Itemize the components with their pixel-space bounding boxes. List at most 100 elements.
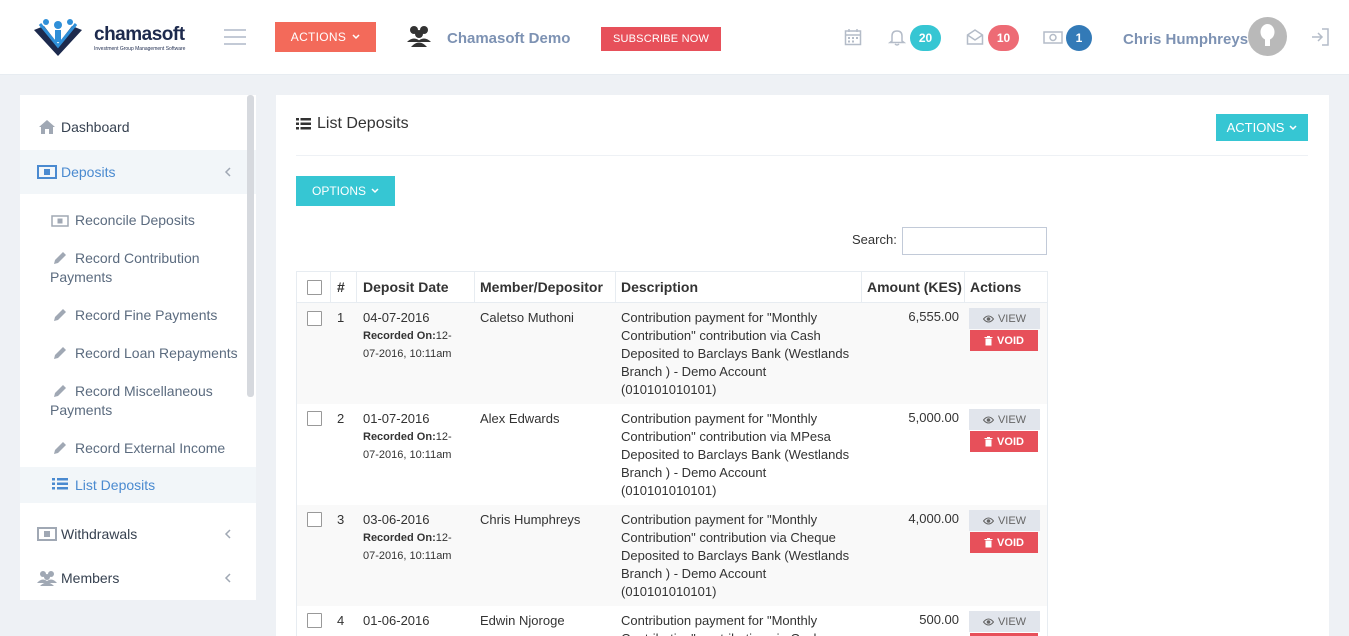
sidebar-label-members: Members bbox=[61, 570, 120, 586]
page-title: List Deposits bbox=[296, 115, 409, 133]
recorded-on-label: Recorded On: bbox=[363, 532, 436, 544]
sidebar-item-record-loan-repayments[interactable]: Record Loan Repayments bbox=[20, 344, 256, 364]
deposit-amount: 500.00 bbox=[919, 612, 959, 627]
money-icon[interactable] bbox=[1043, 28, 1063, 46]
select-all-checkbox[interactable] bbox=[307, 280, 322, 295]
home-icon bbox=[39, 120, 55, 134]
envelope-icon[interactable] bbox=[966, 28, 984, 46]
row-checkbox[interactable] bbox=[307, 613, 322, 628]
notifications-badge[interactable]: 20 bbox=[910, 25, 941, 51]
sidebar-item-deposits[interactable]: Deposits bbox=[20, 150, 256, 194]
user-silhouette-icon bbox=[1260, 24, 1275, 46]
member-name: Alex Edwards bbox=[480, 411, 560, 426]
money-icon bbox=[37, 527, 57, 541]
chevron-down-icon bbox=[352, 34, 360, 40]
sidebar-item-dashboard[interactable]: Dashboard bbox=[20, 115, 256, 139]
recorded-on-time: 07-2016, 10:11am bbox=[363, 449, 452, 461]
column-divider bbox=[330, 271, 331, 303]
row-checkbox[interactable] bbox=[307, 311, 322, 326]
search-label: Search: bbox=[852, 232, 897, 247]
sidebar-item-record-miscellaneous-payments[interactable]: Record Miscellaneous Payments bbox=[20, 382, 256, 420]
member-name: Chris Humphreys bbox=[480, 512, 581, 527]
sidebar-label-deposits: Deposits bbox=[61, 164, 116, 180]
top-header: chamasoft Investment Group Management So… bbox=[0, 0, 1349, 75]
recorded-on-date-part: 12- bbox=[435, 330, 452, 342]
sidebar-item-record-fine-payments[interactable]: Record Fine Payments bbox=[20, 306, 256, 326]
view-label: VIEW bbox=[997, 312, 1027, 325]
payments-badge[interactable]: 1 bbox=[1066, 25, 1092, 51]
column-header-description[interactable]: Description bbox=[621, 271, 698, 303]
card-actions-label: ACTIONS bbox=[1226, 120, 1285, 135]
logout-icon[interactable] bbox=[1310, 27, 1330, 47]
trash-icon bbox=[984, 436, 993, 446]
recorded-on-label: Recorded On: bbox=[363, 330, 436, 342]
sidebar-item-record-external-income[interactable]: Record External Income bbox=[20, 439, 256, 459]
chevron-left-icon bbox=[224, 529, 231, 539]
recorded-on: Recorded On:12- 07-2016, 10:11am bbox=[363, 529, 463, 565]
sidebar-scrollbar[interactable] bbox=[247, 95, 254, 397]
card-divider bbox=[296, 155, 1308, 156]
menu-toggle-icon[interactable] bbox=[224, 29, 246, 45]
deposit-amount: 4,000.00 bbox=[908, 511, 959, 526]
column-divider bbox=[964, 271, 965, 303]
eye-icon bbox=[982, 315, 994, 322]
column-header-member[interactable]: Member/Depositor bbox=[480, 271, 603, 303]
trash-icon bbox=[984, 335, 993, 345]
sidebar-label-record-external-income: Record External Income bbox=[75, 440, 226, 456]
subscribe-now-button[interactable]: SUBSCRIBE NOW bbox=[601, 27, 721, 51]
column-header-number[interactable]: # bbox=[337, 271, 345, 303]
void-label: VOID bbox=[997, 334, 1024, 347]
member-name: Edwin Njoroge bbox=[480, 613, 565, 628]
recorded-on-time: 07-2016, 10:11am bbox=[363, 550, 452, 562]
void-button[interactable]: VOID bbox=[970, 330, 1038, 351]
user-avatar[interactable] bbox=[1248, 17, 1287, 56]
header-actions-button[interactable]: ACTIONS bbox=[275, 22, 376, 52]
sidebar-item-members[interactable]: Members bbox=[20, 566, 256, 590]
chamasoft-logo[interactable]: chamasoft Investment Group Management So… bbox=[30, 16, 200, 60]
card-actions-button[interactable]: ACTIONS bbox=[1216, 114, 1308, 141]
column-header-deposit-date[interactable]: Deposit Date bbox=[363, 271, 449, 303]
sidebar-label-list-deposits: List Deposits bbox=[75, 477, 156, 493]
calendar-icon[interactable] bbox=[844, 28, 862, 46]
options-button[interactable]: OPTIONS bbox=[296, 176, 395, 206]
view-label: VIEW bbox=[997, 413, 1027, 426]
sidebar-item-list-deposits[interactable]: List Deposits bbox=[20, 467, 256, 503]
eye-icon bbox=[982, 618, 994, 625]
row-checkbox[interactable] bbox=[307, 512, 322, 527]
user-name[interactable]: Chris Humphreys bbox=[1123, 31, 1248, 48]
search-input[interactable] bbox=[902, 227, 1047, 255]
deposit-amount: 5,000.00 bbox=[908, 410, 959, 425]
row-checkbox[interactable] bbox=[307, 411, 322, 426]
deposit-date: 01-06-2016 bbox=[363, 613, 430, 628]
deposit-amount: 6,555.00 bbox=[908, 309, 959, 324]
list-icon bbox=[296, 118, 311, 130]
view-label: VIEW bbox=[997, 615, 1027, 628]
logo-tagline: Investment Group Management Software bbox=[94, 46, 186, 52]
header-actions-label: ACTIONS bbox=[290, 30, 347, 44]
sidebar-label-record-loan-repayments: Record Loan Repayments bbox=[75, 345, 238, 361]
void-button[interactable]: VOID bbox=[970, 431, 1038, 452]
deposit-description: Contribution payment for "Monthly Contri… bbox=[621, 613, 821, 636]
sidebar-label-reconcile-deposits: Reconcile Deposits bbox=[75, 212, 195, 228]
void-button[interactable]: VOID bbox=[970, 532, 1038, 553]
sidebar-label-withdrawals: Withdrawals bbox=[61, 526, 138, 542]
sidebar-item-record-contribution-payments[interactable]: Record Contribution Payments bbox=[20, 249, 256, 287]
bell-icon[interactable] bbox=[888, 28, 906, 46]
sidebar-item-reconcile-deposits[interactable]: Reconcile Deposits bbox=[20, 211, 256, 231]
sidebar-item-withdrawals[interactable]: Withdrawals bbox=[20, 522, 256, 546]
view-button[interactable]: VIEW bbox=[969, 308, 1040, 329]
recorded-on: Recorded On:12- 07-2016, 10:11am bbox=[363, 428, 463, 464]
view-button[interactable]: VIEW bbox=[969, 409, 1040, 430]
deposit-date: 03-06-2016 bbox=[363, 512, 430, 527]
logo-text: chamasoft bbox=[94, 24, 185, 45]
messages-badge[interactable]: 10 bbox=[988, 25, 1019, 51]
view-button[interactable]: VIEW bbox=[969, 611, 1040, 632]
organization-name[interactable]: Chamasoft Demo bbox=[447, 30, 570, 47]
recorded-on-time: 07-2016, 10:11am bbox=[363, 348, 452, 360]
view-button[interactable]: VIEW bbox=[969, 510, 1040, 531]
column-header-amount[interactable]: Amount (KES) bbox=[867, 271, 962, 303]
page-title-text: List Deposits bbox=[317, 115, 409, 132]
chevron-left-icon bbox=[224, 573, 231, 583]
row-number: 3 bbox=[337, 512, 345, 527]
sidebar: Dashboard Deposits Reconcile Deposits Re… bbox=[20, 95, 256, 600]
